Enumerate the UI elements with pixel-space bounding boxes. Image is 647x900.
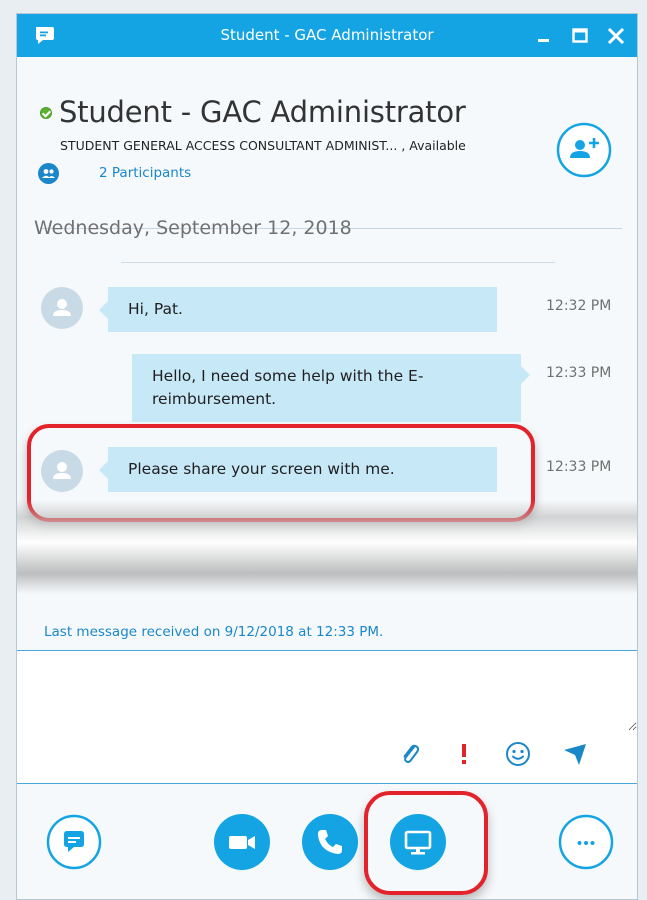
message-time: 12:32 PM — [546, 298, 612, 314]
participants-link[interactable]: 2 Participants — [99, 165, 191, 181]
message-bubble-outgoing: Hello, I need some help with the E-reimb… — [132, 354, 530, 422]
maximize-icon[interactable] — [565, 21, 595, 51]
contact-name: Student - GAC Administrator — [59, 95, 466, 129]
send-icon[interactable] — [560, 739, 590, 769]
more-options-button[interactable] — [558, 814, 614, 870]
conversation-window: Student - GAC Administrator Student - GA… — [16, 13, 638, 900]
im-button[interactable] — [46, 814, 102, 870]
message-bubble-incoming: Hi, Pat. — [99, 287, 497, 332]
phone-icon — [302, 814, 358, 870]
conversation-header: Student - GAC Administrator STUDENT GENE… — [17, 57, 637, 229]
more-options-icon — [558, 814, 614, 870]
screen-share-highlight-ring — [364, 791, 488, 895]
paperclip-icon[interactable] — [395, 739, 425, 769]
video-call-button[interactable] — [214, 814, 270, 870]
scroll-fade-band — [17, 500, 637, 594]
contact-avatar-icon — [41, 287, 83, 329]
presence-available-icon — [40, 107, 52, 119]
bottom-toolbar — [17, 784, 637, 899]
add-participant-icon[interactable] — [556, 122, 612, 178]
participants-icon[interactable] — [38, 163, 59, 184]
date-divider — [121, 262, 555, 263]
contact-title-status: STUDENT GENERAL ACCESS CONSULTANT ADMINI… — [60, 138, 466, 153]
minimize-icon[interactable] — [529, 21, 559, 51]
video-camera-icon — [214, 814, 270, 870]
last-message-status: Last message received on 9/12/2018 at 12… — [44, 624, 384, 640]
message-time: 12:33 PM — [546, 459, 612, 475]
message-input[interactable] — [17, 651, 637, 731]
compose-area — [17, 650, 637, 784]
title-bar[interactable]: Student - GAC Administrator — [17, 14, 637, 57]
audio-call-button[interactable] — [302, 814, 358, 870]
smiley-icon[interactable] — [503, 739, 533, 769]
message-time: 12:33 PM — [546, 365, 612, 381]
close-icon[interactable] — [601, 21, 631, 51]
chat-bubble-icon — [46, 814, 102, 870]
conversation-date: Wednesday, September 12, 2018 — [34, 217, 352, 239]
exclamation-icon[interactable] — [449, 739, 479, 769]
